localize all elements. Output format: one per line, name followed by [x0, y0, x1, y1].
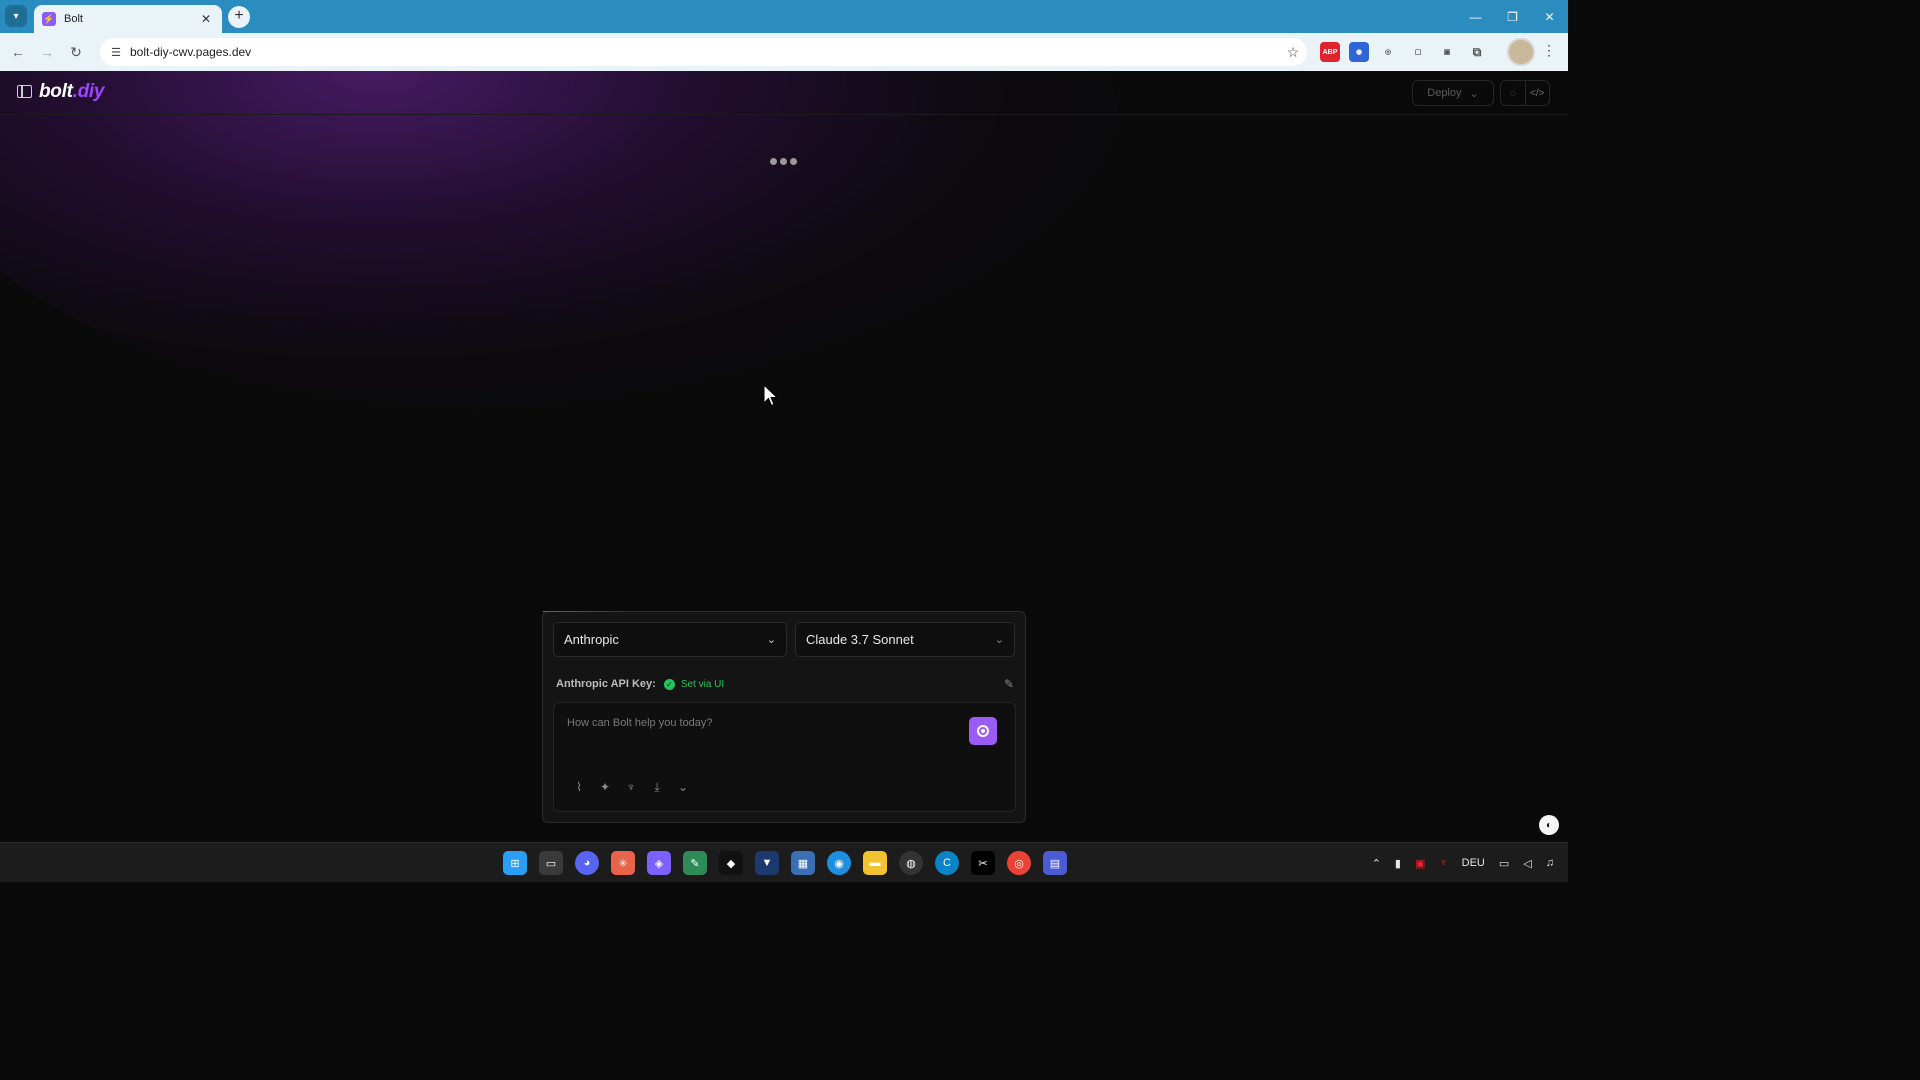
prompt-tools: ⌇ ✦ ♆ ⤓ ⌄: [572, 780, 690, 795]
network-icon[interactable]: ▭: [1499, 857, 1509, 870]
cursor-app-icon[interactable]: ◆: [719, 851, 743, 875]
app-header: bolt.diy Deploy ⌄ ◌ </>: [0, 71, 1568, 115]
chrome-icon[interactable]: ◎: [1007, 851, 1031, 875]
media-app-icon[interactable]: ▤: [1043, 851, 1067, 875]
tab-search-button[interactable]: ▾: [5, 5, 27, 27]
close-window-button[interactable]: ✕: [1531, 0, 1568, 33]
loading-indicator: [770, 158, 797, 165]
taskbar-apps: ⊞ ▭ ◕ ✳ ◈ ✎ ◆ ▼ ▦ ◉ ▬ ◍ C ✂ ◎ ▤: [503, 851, 1067, 875]
chevron-down-icon[interactable]: ⌄: [676, 780, 690, 794]
logo-suffix: .diy: [72, 81, 105, 102]
file-explorer-icon[interactable]: ▬: [863, 851, 887, 875]
loading-dot: [770, 158, 777, 165]
claude-icon[interactable]: ✳: [611, 851, 635, 875]
provider-select[interactable]: Anthropic ⌄: [553, 622, 787, 657]
model-select[interactable]: Claude 3.7 Sonnet ⌄: [795, 622, 1015, 657]
deploy-button[interactable]: Deploy ⌄: [1412, 80, 1494, 106]
clipboard-extension-icon[interactable]: ▢: [1408, 42, 1428, 62]
usb-icon[interactable]: ▮: [1395, 857, 1401, 870]
back-button[interactable]: ←: [7, 41, 29, 63]
photos-icon[interactable]: ▦: [791, 851, 815, 875]
send-icon: [977, 725, 989, 737]
browser-menu-icon[interactable]: ⋮: [1542, 42, 1556, 59]
microphone-tray-icon[interactable]: ♆: [1439, 857, 1447, 869]
site-info-icon[interactable]: ☰: [106, 46, 126, 59]
security-tray-icon[interactable]: ▣: [1415, 857, 1425, 870]
discord-icon[interactable]: ◕: [575, 851, 599, 875]
model-select-value: Claude 3.7 Sonnet: [806, 632, 914, 647]
language-indicator[interactable]: DEU: [1462, 857, 1485, 869]
loading-dot: [780, 158, 787, 165]
chevron-down-icon: ⌄: [994, 634, 1004, 646]
theme-toggle-icon[interactable]: ◐: [1539, 815, 1559, 835]
windows-taskbar: ⊞ ▭ ◕ ✳ ◈ ✎ ◆ ▼ ▦ ◉ ▬ ◍ C ✂ ◎ ▤ ⌃ ▮ ▣ ♆ …: [0, 842, 1568, 882]
tab-extension-icon[interactable]: ▣: [1437, 42, 1457, 62]
bookmark-star-icon[interactable]: ☆: [1279, 44, 1307, 61]
sidebar-toggle-icon[interactable]: [17, 85, 32, 98]
browser-toolbar: ← → ↻ ☰ bolt-diy-cwv.pages.dev ☆ ABP ◉ ◎…: [0, 33, 1568, 71]
bolt-app: bolt.diy Deploy ⌄ ◌ </> Anthropic ⌄ Clau…: [0, 71, 1568, 842]
window-controls: — ❐ ✕: [1457, 0, 1568, 33]
bolt-logo[interactable]: bolt.diy: [39, 81, 104, 103]
system-tray: ⌃ ▮ ▣ ♆ DEU ▭ ◁ ♫: [1372, 843, 1554, 883]
notification-bell-icon[interactable]: ♫: [1546, 857, 1554, 869]
url-text[interactable]: bolt-diy-cwv.pages.dev: [130, 45, 1279, 59]
browser-tab-strip: ▾ ⚡ Bolt ✕ + — ❐ ✕: [0, 0, 1568, 33]
reload-button[interactable]: ↻: [65, 41, 87, 63]
extensions-puzzle-icon[interactable]: ⧉: [1467, 42, 1487, 62]
api-key-row: Anthropic API Key: ✓ Set via UI ✎: [556, 675, 1014, 693]
password-extension-icon[interactable]: ◉: [1349, 42, 1369, 62]
bolt-favicon-icon: ⚡: [42, 12, 56, 26]
api-key-label: Anthropic API Key:: [556, 678, 656, 690]
docker-icon[interactable]: ◉: [827, 851, 851, 875]
attach-paperclip-icon[interactable]: ⌇: [572, 780, 586, 794]
loading-dot: [790, 158, 797, 165]
api-key-status: Set via UI: [680, 678, 725, 690]
copilot-icon[interactable]: ◈: [647, 851, 671, 875]
enhance-sparkle-icon[interactable]: ✦: [598, 780, 612, 794]
chat-input-panel: Anthropic ⌄ Claude 3.7 Sonnet ⌄ Anthropi…: [542, 611, 1026, 823]
chat-view-icon[interactable]: ◌: [1501, 81, 1525, 105]
volume-icon[interactable]: ◁: [1523, 857, 1531, 870]
camera-extension-icon[interactable]: ◎: [1378, 42, 1398, 62]
edge-icon[interactable]: C: [935, 851, 959, 875]
terminal-icon[interactable]: ▭: [539, 851, 563, 875]
background-glow: [0, 71, 1120, 411]
provider-select-value: Anthropic: [564, 632, 619, 647]
send-button[interactable]: [969, 717, 997, 745]
deploy-label: Deploy: [1427, 87, 1462, 99]
vite-icon[interactable]: ▼: [755, 851, 779, 875]
forward-button[interactable]: →: [36, 41, 58, 63]
mouse-cursor-icon: [763, 384, 779, 407]
code-view-icon[interactable]: </>: [1524, 81, 1550, 105]
microphone-icon[interactable]: ♆: [624, 780, 638, 794]
tray-overflow-icon[interactable]: ⌃: [1372, 857, 1381, 870]
tab-title: Bolt: [64, 13, 83, 25]
profile-avatar[interactable]: [1507, 38, 1535, 66]
header-view-toggle: ◌ </>: [1500, 80, 1550, 106]
address-bar[interactable]: ☰ bolt-diy-cwv.pages.dev ☆: [100, 38, 1307, 66]
prompt-area: ⌇ ✦ ♆ ⤓ ⌄: [553, 702, 1016, 812]
notepad-icon[interactable]: ✎: [683, 851, 707, 875]
windows-start-icon[interactable]: ⊞: [503, 851, 527, 875]
new-tab-button[interactable]: +: [228, 6, 250, 28]
edit-pencil-icon[interactable]: ✎: [1004, 677, 1014, 691]
prompt-input[interactable]: [567, 717, 947, 729]
adblock-extension-icon[interactable]: ABP: [1320, 42, 1340, 62]
import-download-icon[interactable]: ⤓: [650, 780, 664, 794]
obs-icon[interactable]: ◍: [899, 851, 923, 875]
capcut-icon[interactable]: ✂: [971, 851, 995, 875]
logo-text: bolt: [39, 81, 73, 102]
browser-tab[interactable]: ⚡ Bolt ✕: [34, 5, 222, 33]
restore-button[interactable]: ❐: [1494, 0, 1531, 33]
check-icon: ✓: [663, 678, 675, 690]
chevron-down-icon: ⌄: [766, 634, 776, 646]
close-tab-icon[interactable]: ✕: [198, 12, 214, 26]
chevron-down-icon: ⌄: [1469, 87, 1479, 100]
minimize-button[interactable]: —: [1457, 0, 1494, 33]
